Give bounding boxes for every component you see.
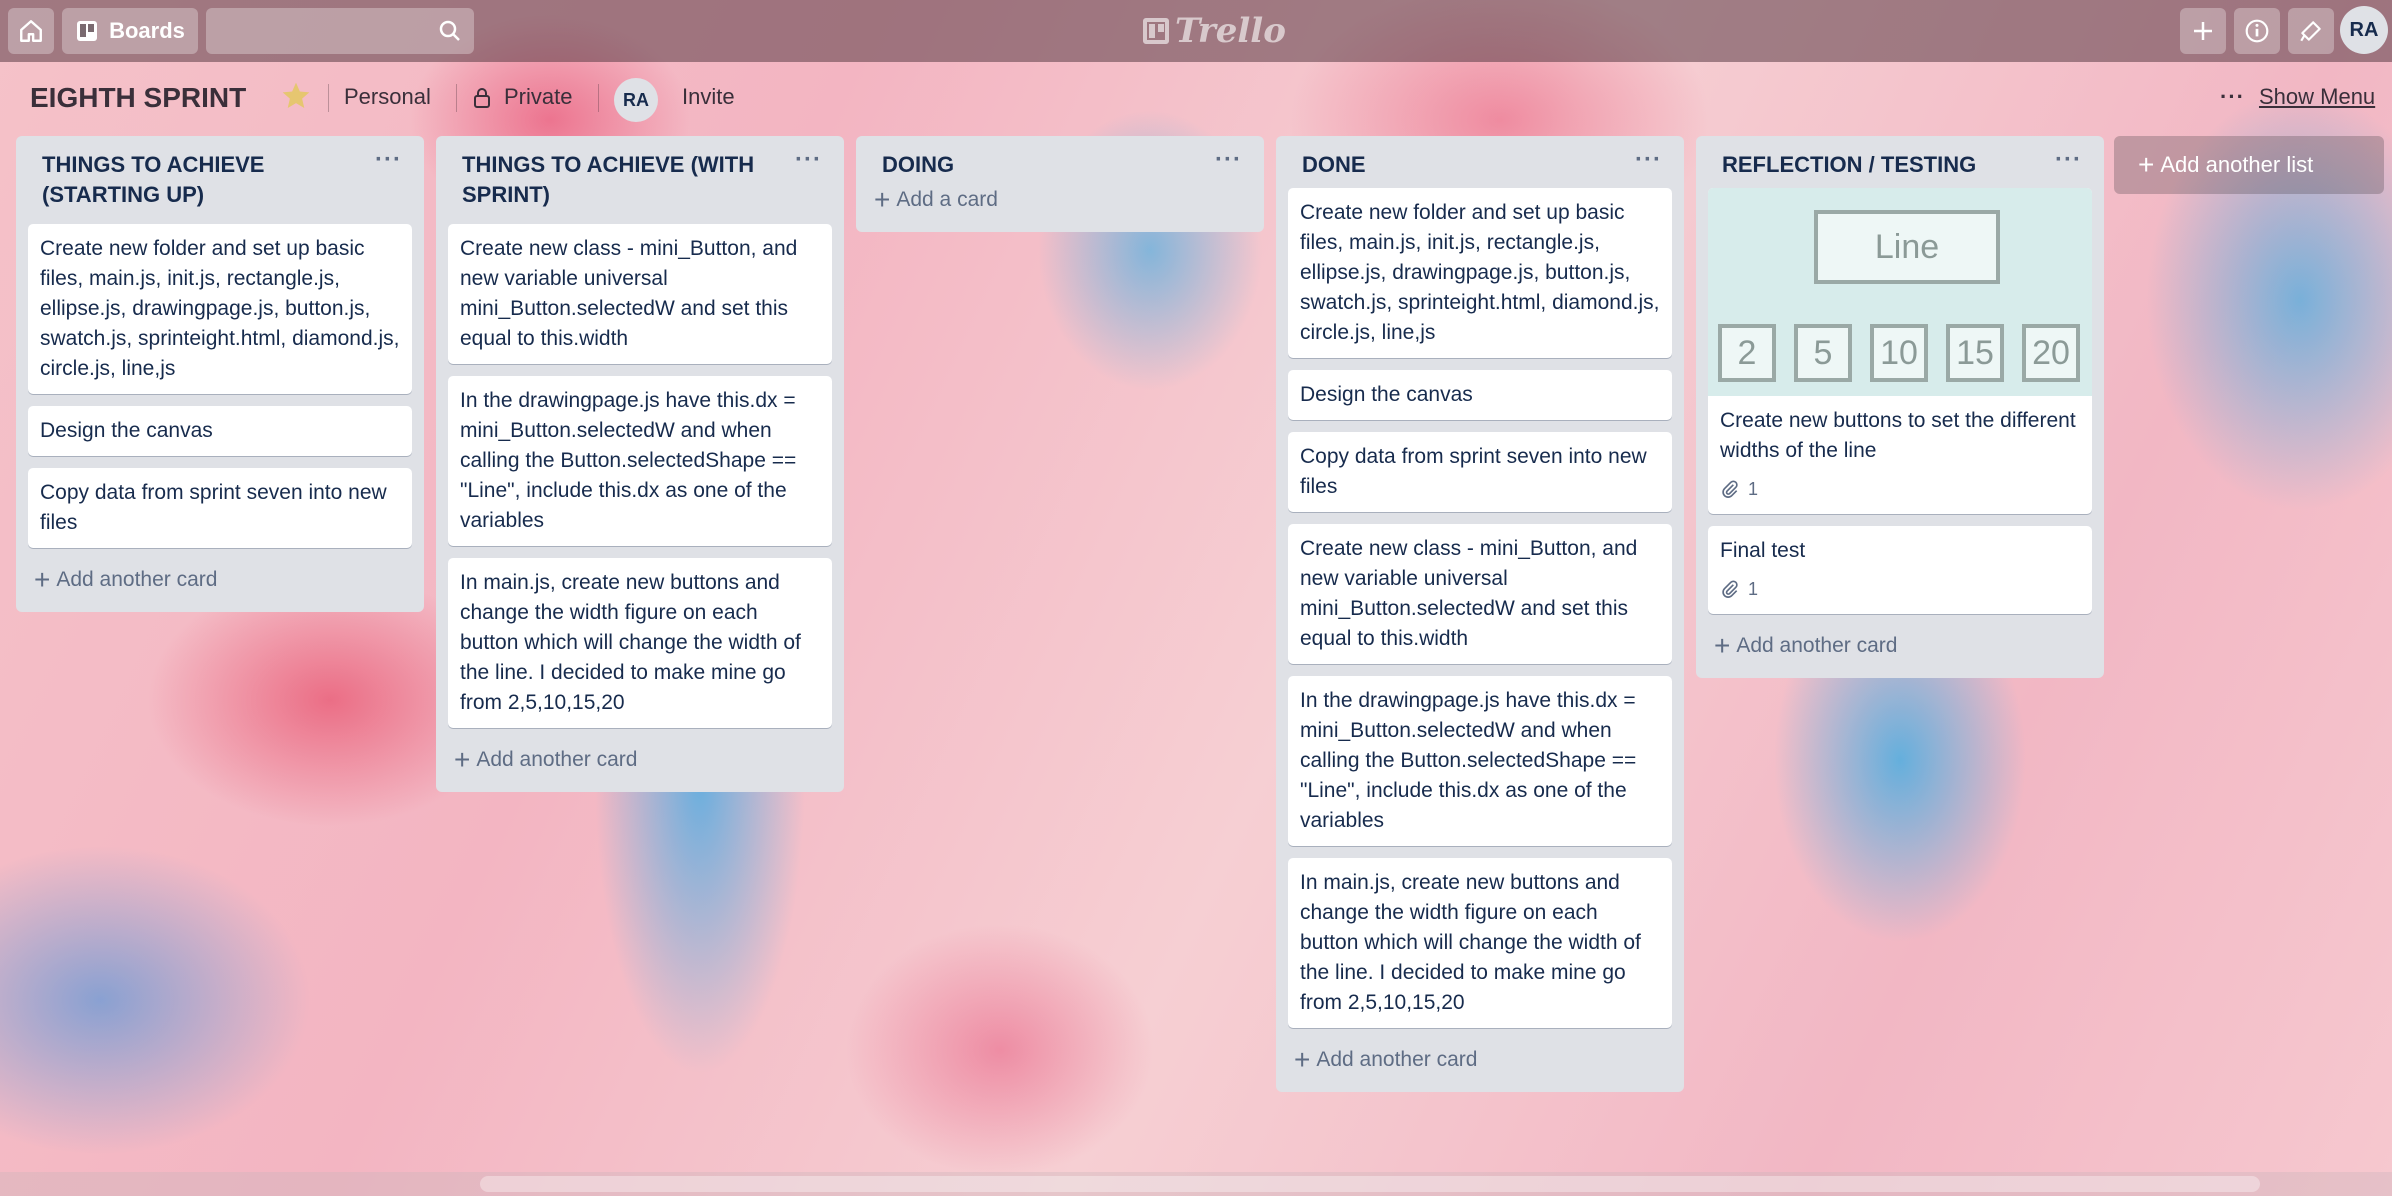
team-label[interactable]: Personal: [344, 84, 431, 110]
boards-label: Boards: [109, 18, 185, 43]
member-avatar[interactable]: RA: [614, 78, 658, 122]
add-card-label: Add another card: [1316, 1048, 1478, 1071]
list-menu-icon[interactable]: ···: [375, 146, 402, 174]
attachment-badge: 1: [1720, 474, 2080, 504]
cover-width-button: 15: [1946, 324, 2004, 382]
list-things-to-achieve-starting-up: THINGS TO ACHIEVE (STARTING UP) ··· Crea…: [16, 136, 424, 612]
show-menu-button[interactable]: ··· Show Menu: [2220, 84, 2375, 110]
search-box[interactable]: [206, 8, 474, 54]
list-title[interactable]: DONE: [1302, 150, 1622, 180]
list-menu-icon[interactable]: ···: [795, 146, 822, 174]
plus-icon: +: [1294, 1044, 1311, 1075]
attachment-count: 1: [1748, 579, 1759, 599]
list-menu-icon[interactable]: ···: [1215, 146, 1242, 174]
more-icon: ···: [2220, 84, 2245, 109]
list-done: DONE ··· Create new folder and set up ba…: [1276, 136, 1684, 1092]
add-card-button[interactable]: + Add another card: [1708, 626, 2092, 666]
trello-logo-icon: [1143, 18, 1169, 44]
add-card-button[interactable]: + Add another card: [448, 740, 832, 780]
add-card-button[interactable]: + Add a card: [868, 184, 1252, 220]
list-header[interactable]: THINGS TO ACHIEVE (STARTING UP) ···: [28, 136, 412, 224]
plus-icon: +: [874, 184, 891, 215]
add-list-button[interactable]: + Add another list: [2114, 136, 2384, 194]
info-icon: [2245, 19, 2269, 43]
list-header[interactable]: REFLECTION / TESTING ···: [1708, 136, 2092, 188]
list-title[interactable]: THINGS TO ACHIEVE (WITH SPRINT): [462, 150, 782, 210]
plus-icon: [2194, 22, 2212, 40]
cover-width-button: 2: [1718, 324, 1776, 382]
list-title[interactable]: DOING: [882, 150, 1202, 180]
card[interactable]: Create new folder and set up basic files…: [1288, 188, 1672, 358]
add-card-button[interactable]: + Add another card: [1288, 1040, 1672, 1080]
plus-icon: +: [2138, 149, 2155, 180]
show-menu-label: Show Menu: [2258, 84, 2376, 109]
header-divider: [328, 84, 329, 112]
card[interactable]: In main.js, create new buttons and chang…: [448, 558, 832, 728]
list-reflection-testing: REFLECTION / TESTING ··· Line 2 5 10 15 …: [1696, 136, 2104, 678]
card[interactable]: Final test 1: [1708, 526, 2092, 614]
card-text: Create new buttons to set the different …: [1720, 409, 2076, 462]
list-header[interactable]: DOING ···: [868, 136, 1252, 188]
search-icon[interactable]: [438, 19, 462, 43]
add-card-label: Add another card: [1736, 634, 1898, 657]
card[interactable]: Copy data from sprint seven into new fil…: [1288, 432, 1672, 512]
attachment-count: 1: [1748, 479, 1759, 499]
card[interactable]: Copy data from sprint seven into new fil…: [28, 468, 412, 548]
visibility-label[interactable]: Private: [504, 84, 572, 110]
card[interactable]: Create new class - mini_Button, and new …: [448, 224, 832, 364]
scrollbar-thumb[interactable]: [480, 1176, 2260, 1192]
lock-icon: [474, 88, 490, 108]
card[interactable]: In the drawingpage.js have this.dx = min…: [448, 376, 832, 546]
cover-width-button: 20: [2022, 324, 2080, 382]
plus-icon: +: [1714, 630, 1731, 661]
add-card-button[interactable]: + Add another card: [28, 560, 412, 600]
cover-width-button: 5: [1794, 324, 1852, 382]
plus-icon: +: [34, 564, 51, 595]
card[interactable]: Design the canvas: [28, 406, 412, 456]
invite-button[interactable]: Invite: [682, 84, 735, 110]
cover-line-button: Line: [1814, 210, 2000, 284]
add-card-label: Add another card: [476, 748, 638, 771]
create-button[interactable]: [2180, 8, 2226, 54]
plus-icon: +: [454, 744, 471, 775]
card[interactable]: In the drawingpage.js have this.dx = min…: [1288, 676, 1672, 846]
paperclip-icon: [1722, 580, 1738, 598]
user-avatar[interactable]: RA: [2340, 6, 2388, 54]
add-card-label: Add another card: [56, 568, 218, 591]
card[interactable]: Create new folder and set up basic files…: [28, 224, 412, 394]
home-icon: [20, 20, 42, 42]
paperclip-icon: [1722, 480, 1738, 498]
boards-button[interactable]: Boards: [62, 8, 198, 54]
card[interactable]: Design the canvas: [1288, 370, 1672, 420]
list-menu-icon[interactable]: ···: [1635, 146, 1662, 174]
list-header[interactable]: THINGS TO ACHIEVE (WITH SPRINT) ···: [448, 136, 832, 224]
board-title[interactable]: EIGHTH SPRINT: [30, 82, 246, 114]
header-divider: [598, 84, 599, 112]
card-cover-image: Line 2 5 10 15 20: [1708, 188, 2092, 396]
star-icon[interactable]: [280, 80, 312, 112]
header-divider: [456, 84, 457, 112]
card-with-cover[interactable]: Line 2 5 10 15 20 Create new buttons to …: [1708, 188, 2092, 514]
list-menu-icon[interactable]: ···: [2055, 146, 2082, 174]
card[interactable]: In main.js, create new buttons and chang…: [1288, 858, 1672, 1028]
notifications-button[interactable]: [2288, 8, 2334, 54]
home-button[interactable]: [8, 8, 54, 54]
logo-text: Trello: [1175, 11, 1286, 51]
boards-icon: [77, 21, 98, 41]
list-header[interactable]: DONE ···: [1288, 136, 1672, 188]
trello-logo[interactable]: Trello: [1143, 11, 1286, 51]
add-card-label: Add a card: [896, 188, 998, 211]
megaphone-icon: [2300, 21, 2321, 42]
cover-width-button: 10: [1870, 324, 1928, 382]
info-button[interactable]: [2234, 8, 2280, 54]
search-input[interactable]: [206, 8, 450, 50]
list-title[interactable]: THINGS TO ACHIEVE (STARTING UP): [42, 150, 362, 210]
add-list-label: Add another list: [2160, 152, 2314, 177]
attachment-badge: 1: [1720, 574, 2080, 604]
card[interactable]: Create new class - mini_Button, and new …: [1288, 524, 1672, 664]
list-title[interactable]: REFLECTION / TESTING: [1722, 150, 2042, 180]
list-doing: DOING ··· + Add a card: [856, 136, 1264, 232]
card-text: Final test: [1720, 539, 1806, 562]
list-things-to-achieve-with-sprint: THINGS TO ACHIEVE (WITH SPRINT) ··· Crea…: [436, 136, 844, 792]
